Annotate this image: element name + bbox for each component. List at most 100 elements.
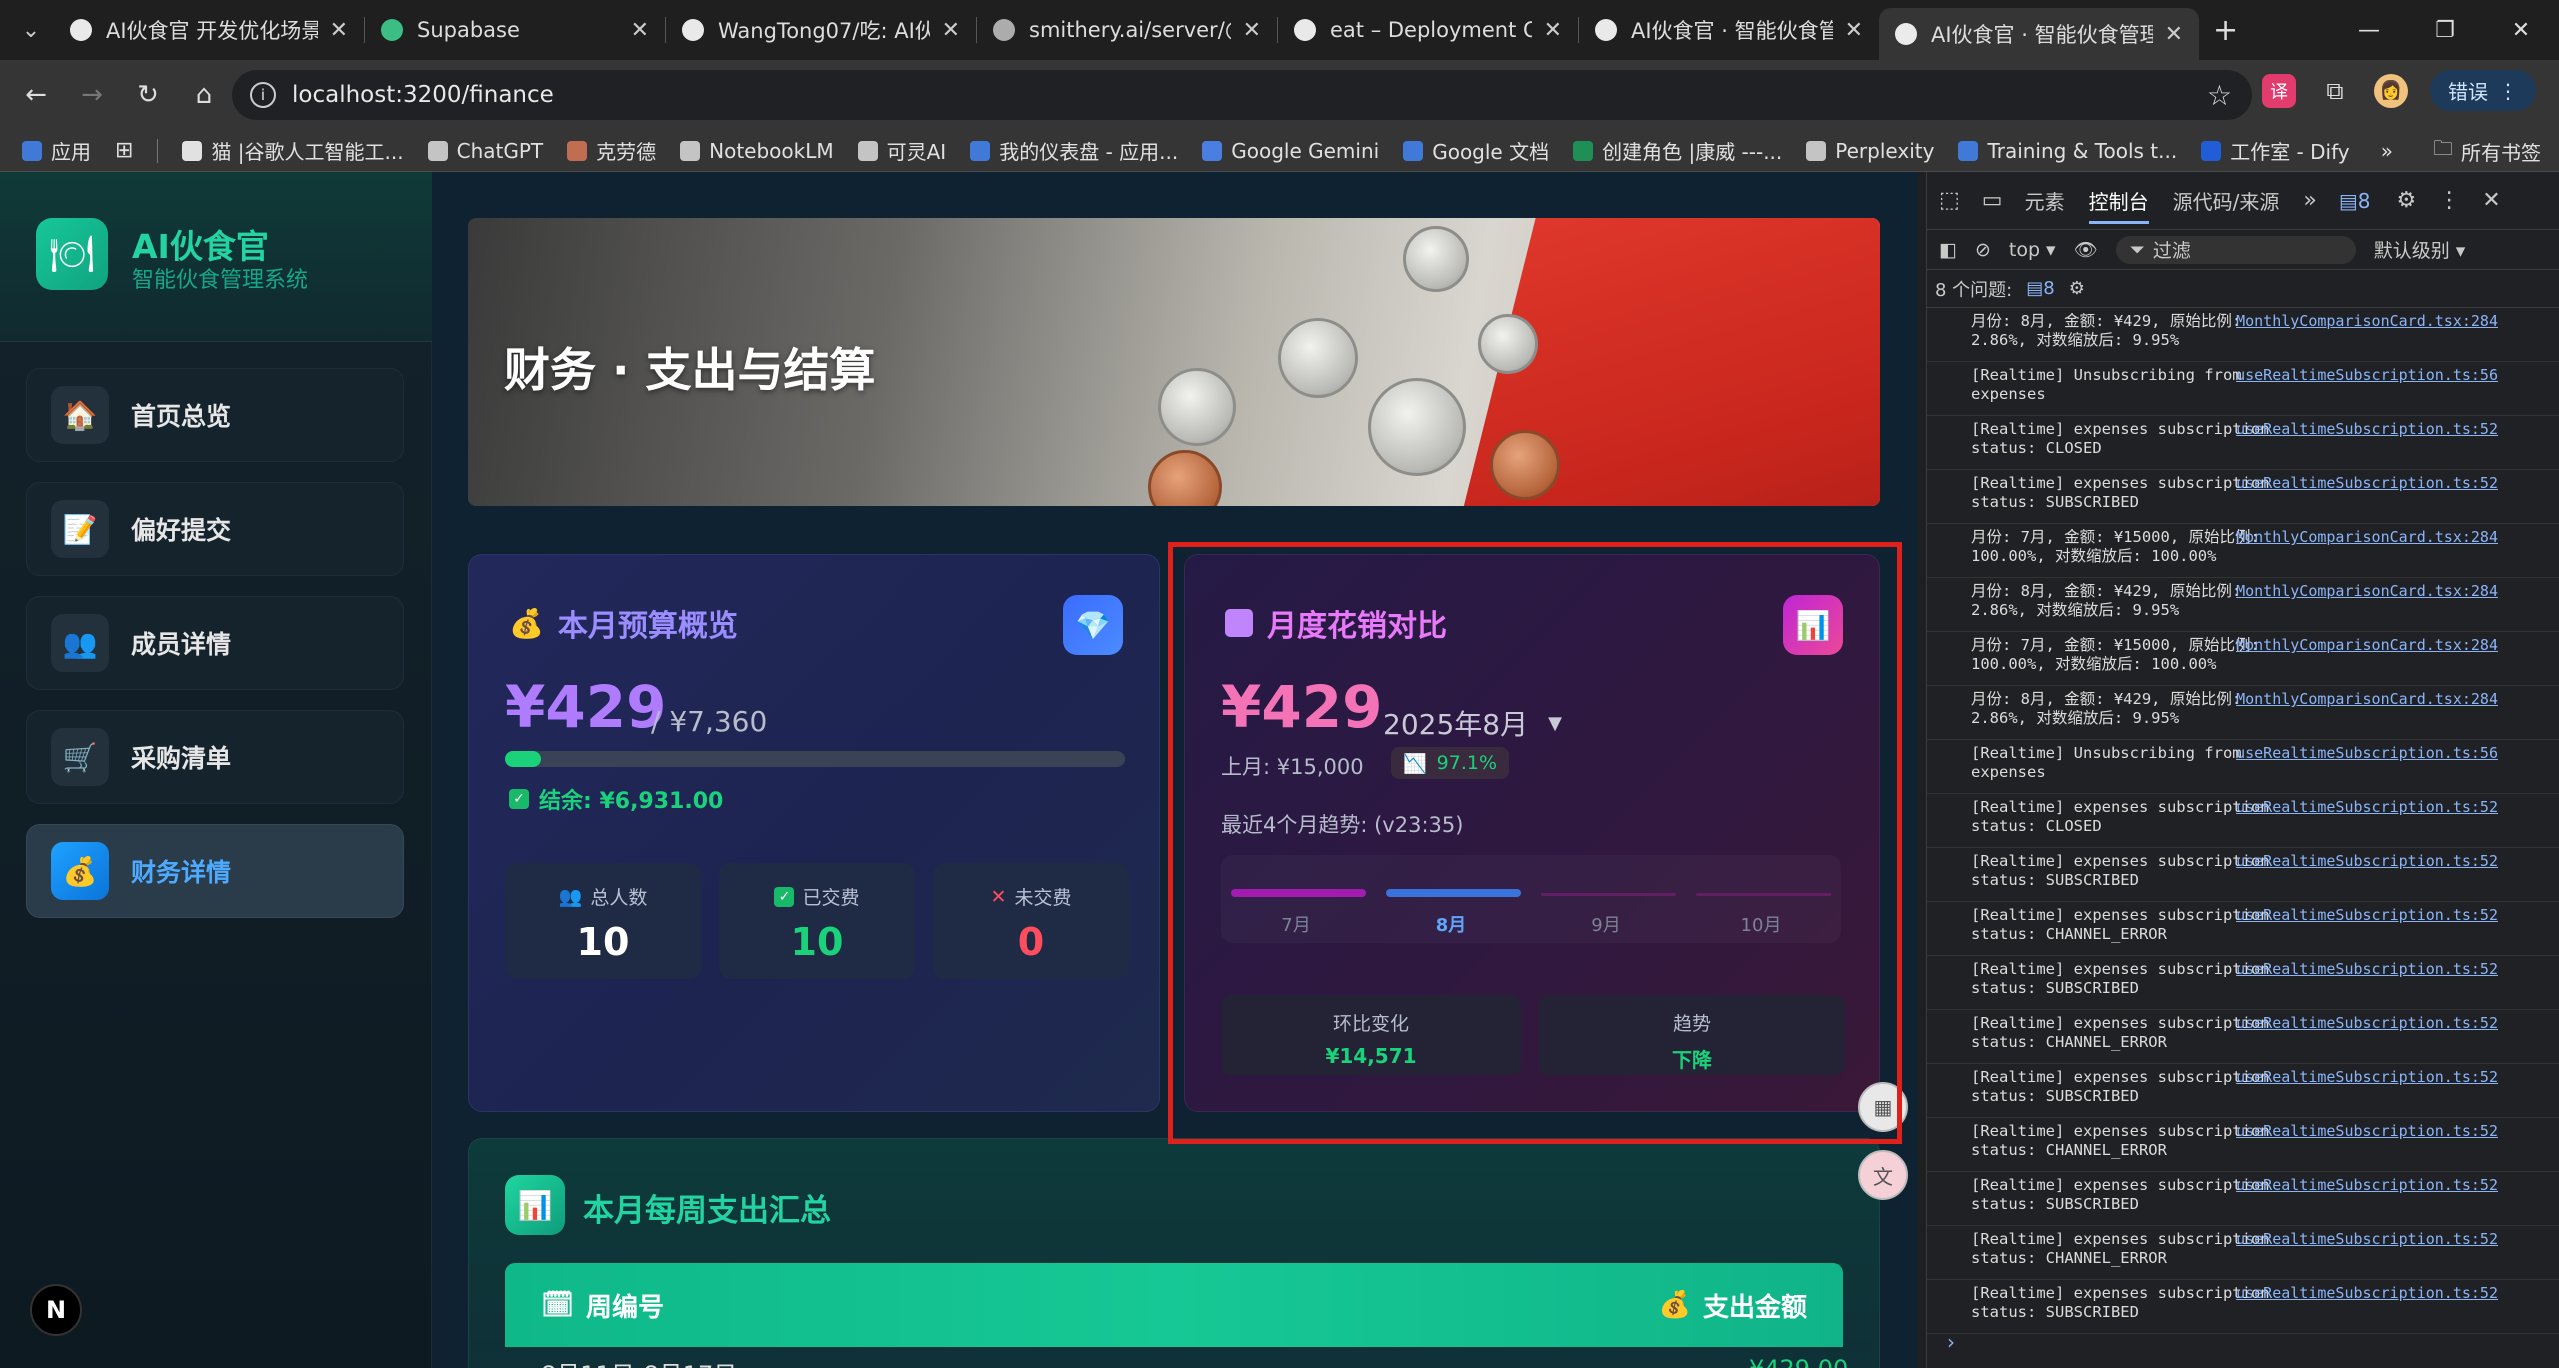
clear-console-icon[interactable]: ⊘ — [1975, 239, 1991, 261]
bookmark-item[interactable]: Training & Tools t... — [1958, 139, 2177, 163]
browser-tab[interactable]: AI伙食官 · 智能伙食管理 ✕ — [1579, 7, 1879, 53]
log-source-link[interactable]: useRealtimeSubscription.ts:52 — [2236, 906, 2498, 925]
filter-input[interactable]: ⏷ 过滤 — [2115, 235, 2356, 264]
extensions-puzzle-icon[interactable]: ⧉ — [2318, 74, 2352, 108]
bookmark-item[interactable]: Google Gemini — [1202, 139, 1379, 163]
home-icon[interactable]: ⌂ — [176, 80, 232, 110]
restore-icon[interactable]: ❐ — [2407, 18, 2483, 43]
eye-icon[interactable]: 👁 — [2074, 238, 2098, 261]
month-selector[interactable]: 2025年8月 ▼ — [1383, 703, 1562, 743]
tab-close-icon[interactable]: ✕ — [2165, 22, 2183, 47]
bookmark-item[interactable]: 工作室 - Dify — [2201, 136, 2350, 165]
log-source-link[interactable]: MonthlyComparisonCard.tsx:284 — [2236, 582, 2498, 601]
log-source-link[interactable]: MonthlyComparisonCard.tsx:284 — [2236, 690, 2498, 709]
qr-code-icon[interactable]: ▦ — [1858, 1082, 1908, 1132]
sidebar-item-members[interactable]: 👥 成员详情 — [26, 596, 404, 690]
close-devtools-icon[interactable]: ✕ — [2482, 188, 2500, 213]
log-level-selector[interactable]: 默认级别 ▾ — [2374, 236, 2466, 263]
tab-close-icon[interactable]: ✕ — [330, 18, 348, 43]
browser-tab[interactable]: WangTong07/吃: AI伙 ✕ — [666, 7, 976, 53]
browser-tab[interactable]: eat – Deployment Over ✕ — [1278, 7, 1578, 53]
bookmark-item[interactable]: Google 文档 — [1403, 136, 1549, 165]
log-source-link[interactable]: MonthlyComparisonCard.tsx:284 — [2236, 636, 2498, 655]
bookmark-item[interactable]: 应用 — [22, 136, 91, 165]
console-prompt-icon[interactable]: › — [1947, 1330, 1955, 1354]
messages-badge[interactable]: ▤8 — [2339, 189, 2371, 213]
close-window-icon[interactable]: ✕ — [2483, 18, 2559, 43]
log-source-link[interactable]: useRealtimeSubscription.ts:52 — [2236, 1176, 2498, 1195]
sidebar-item-preferences[interactable]: 📝 偏好提交 — [26, 482, 404, 576]
more-vert-icon[interactable]: ⋮ — [2438, 188, 2460, 213]
site-info-icon[interactable]: i — [250, 82, 276, 108]
context-selector[interactable]: top ▾ — [2009, 239, 2056, 261]
log-source-link[interactable]: useRealtimeSubscription.ts:52 — [2236, 1068, 2498, 1087]
browser-tab[interactable]: AI伙食官 · 智能伙食管理 ✕ — [1879, 8, 2199, 60]
device-toolbar-icon[interactable]: ▭ — [1982, 188, 2003, 213]
translate-extension-icon[interactable]: 译 — [2262, 73, 2296, 108]
bookmark-item[interactable]: 可灵AI — [857, 136, 946, 165]
nextjs-dev-indicator[interactable]: N — [30, 1284, 82, 1336]
bookmark-item[interactable]: 猫 |谷歌人工智能工... — [182, 136, 404, 165]
log-source-link[interactable]: useRealtimeSubscription.ts:52 — [2236, 420, 2498, 439]
browser-tab[interactable]: Supabase ✕ — [365, 7, 665, 53]
bookmark-item[interactable]: 我的仪表盘 - 应用... — [970, 136, 1178, 165]
console-settings-icon[interactable]: ⚙ — [2069, 278, 2085, 299]
message-count: 8 — [2357, 188, 2371, 213]
log-source-link[interactable]: useRealtimeSubscription.ts:52 — [2236, 1284, 2498, 1303]
bookmark-item[interactable]: Perplexity — [1806, 139, 1934, 163]
bookmark-item[interactable]: 克劳德 — [567, 136, 656, 165]
issues-badge[interactable]: ▤8 — [2026, 278, 2054, 299]
log-source-link[interactable]: useRealtimeSubscription.ts:52 — [2236, 798, 2498, 817]
apps-grid-icon[interactable]: ⊞ — [115, 138, 133, 163]
all-bookmarks-button[interactable]: 🗀 所有书签 — [2433, 134, 2541, 168]
forward-arrow-icon[interactable]: → — [64, 80, 120, 110]
tab-close-icon[interactable]: ✕ — [942, 18, 960, 43]
bookmark-item[interactable]: 创建角色 |康威 ---... — [1573, 136, 1782, 165]
browser-tab[interactable]: AI伙食官 开发优化场景 | ✕ — [54, 7, 364, 53]
back-arrow-icon[interactable]: ← — [8, 80, 64, 110]
tab-favicon-icon — [682, 19, 704, 41]
log-source-link[interactable]: useRealtimeSubscription.ts:56 — [2236, 366, 2498, 385]
more-tabs-icon[interactable]: » — [2303, 188, 2316, 213]
log-source-link[interactable]: useRealtimeSubscription.ts:52 — [2236, 852, 2498, 871]
sidebar-item-shopping-list[interactable]: 🛒 采购清单 — [26, 710, 404, 804]
browser-tab[interactable]: smithery.ai/server/@su ✕ — [977, 7, 1277, 53]
new-tab-button[interactable]: + — [2213, 13, 2238, 48]
tab-close-icon[interactable]: ✕ — [1544, 18, 1562, 43]
log-message: [Realtime] expenses subscription status:… — [1971, 1284, 2270, 1321]
tab-search-button[interactable]: ⌄ — [8, 7, 54, 53]
bookmark-star-icon[interactable]: ☆ — [2207, 79, 2232, 112]
console-log-entry: 月份: 7月, 金额: ¥15000, 原始比例: 100.00%, 对数缩放后… — [1927, 524, 2559, 578]
sidebar-toggle-icon[interactable]: ◧ — [1939, 239, 1957, 261]
log-source-link[interactable]: MonthlyComparisonCard.tsx:284 — [2236, 312, 2498, 331]
sidebar-item-finance[interactable]: 💰 财务详情 — [26, 824, 404, 918]
log-source-link[interactable]: useRealtimeSubscription.ts:52 — [2236, 1230, 2498, 1249]
page-scrollbar[interactable] — [1918, 172, 1926, 1368]
profile-avatar[interactable]: 👩 — [2374, 73, 2408, 108]
bookmarks-overflow-icon[interactable]: » — [2381, 139, 2393, 163]
bookmark-item[interactable]: NotebookLM — [680, 139, 834, 163]
log-source-link[interactable]: useRealtimeSubscription.ts:52 — [2236, 474, 2498, 493]
tab-sources[interactable]: 源代码/来源 — [2173, 186, 2280, 215]
log-source-link[interactable]: useRealtimeSubscription.ts:56 — [2236, 744, 2498, 763]
translate-float-icon[interactable]: 文 — [1858, 1150, 1908, 1200]
tab-elements[interactable]: 元素 — [2025, 186, 2065, 215]
log-source-link[interactable]: useRealtimeSubscription.ts:52 — [2236, 1122, 2498, 1141]
log-source-link[interactable]: useRealtimeSubscription.ts:52 — [2236, 960, 2498, 979]
comparison-title-text: 月度花销对比 — [1267, 609, 1447, 644]
sidebar-item-label: 财务详情 — [131, 858, 232, 887]
error-button[interactable]: 错误 ⋮ — [2430, 70, 2536, 111]
settings-gear-icon[interactable]: ⚙ — [2396, 188, 2416, 213]
sidebar-item-home[interactable]: 🏠 首页总览 — [26, 368, 404, 462]
log-source-link[interactable]: useRealtimeSubscription.ts:52 — [2236, 1014, 2498, 1033]
bookmark-item[interactable]: ChatGPT — [427, 139, 543, 163]
inspect-element-icon[interactable]: ⬚ — [1939, 188, 1960, 213]
tab-close-icon[interactable]: ✕ — [1845, 18, 1863, 43]
tab-close-icon[interactable]: ✕ — [631, 18, 649, 43]
log-source-link[interactable]: MonthlyComparisonCard.tsx:284 — [2236, 528, 2498, 547]
minimize-icon[interactable]: — — [2331, 18, 2407, 43]
reload-icon[interactable]: ↻ — [120, 80, 176, 110]
tab-console[interactable]: 控制台 — [2088, 186, 2149, 224]
tab-close-icon[interactable]: ✕ — [1243, 18, 1261, 43]
address-bar[interactable]: i localhost:3200/finance ☆ — [232, 70, 2252, 120]
